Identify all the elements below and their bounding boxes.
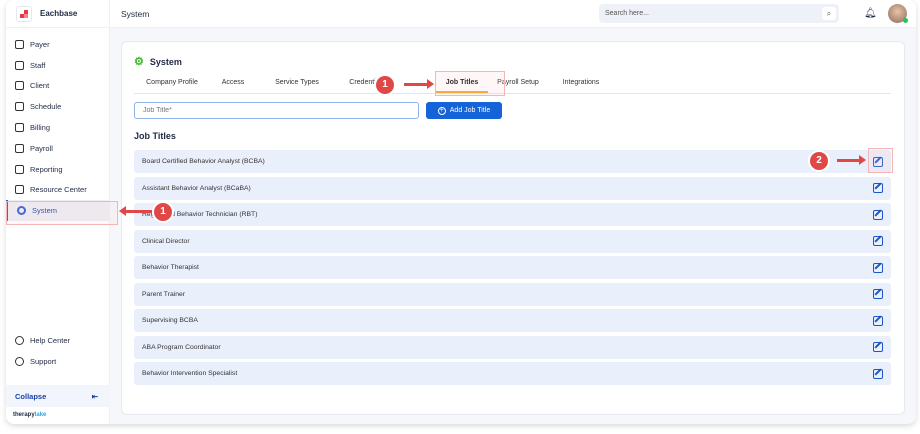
sidebar-item-payer[interactable]: Payer bbox=[6, 34, 109, 55]
top-bar: System Search here... ⌕ 🔔︎ bbox=[110, 0, 916, 28]
job-title-label: Behavior Therapist bbox=[142, 264, 199, 271]
highlight-system bbox=[6, 201, 118, 225]
label: Billing bbox=[30, 123, 51, 133]
edit-icon[interactable] bbox=[873, 183, 883, 193]
add-job-title-button[interactable]: + Add Job Title bbox=[426, 102, 502, 119]
step-badge-2: 2 bbox=[810, 152, 828, 170]
table-row: Supervising BCBA bbox=[134, 309, 891, 332]
gears-icon: ⚙ bbox=[134, 56, 144, 68]
label: Client bbox=[30, 81, 50, 91]
payroll-icon bbox=[15, 143, 24, 153]
sidebar-item-billing[interactable]: Billing bbox=[6, 117, 109, 138]
tab-service-types[interactable]: Service Types bbox=[256, 74, 338, 93]
collapse-icon: ⇤ bbox=[91, 391, 98, 401]
label: Payroll bbox=[30, 143, 53, 153]
job-title-label: Supervising BCBA bbox=[142, 317, 198, 324]
tab-company-profile[interactable]: Company Profile bbox=[134, 74, 210, 93]
help-icon bbox=[15, 335, 24, 345]
label: Reporting bbox=[30, 164, 63, 174]
job-title-list: Board Certified Behavior Analyst (BCBA) A… bbox=[134, 150, 891, 389]
edit-icon[interactable] bbox=[873, 368, 883, 379]
label: Staff bbox=[30, 60, 46, 70]
job-title-label: Board Certified Behavior Analyst (BCBA) bbox=[142, 158, 265, 165]
calendar-icon bbox=[15, 102, 24, 112]
logo-icon bbox=[16, 5, 32, 22]
headset-icon bbox=[15, 356, 24, 366]
plus-circle-icon: + bbox=[437, 106, 446, 115]
add-label: Add Job Title bbox=[449, 107, 491, 114]
section-title: Job Titles bbox=[134, 131, 176, 141]
edit-icon[interactable] bbox=[873, 262, 883, 273]
search-input[interactable]: Search here... ⌕ bbox=[599, 4, 839, 23]
sidebar-item-staff[interactable]: Staff bbox=[6, 55, 109, 76]
report-icon bbox=[15, 164, 24, 174]
table-row: Behavior Intervention Specialist bbox=[134, 362, 891, 385]
logo: Eachbase bbox=[6, 0, 109, 28]
brand-b: lake bbox=[34, 412, 47, 418]
tab-integrations[interactable]: Integrations bbox=[548, 74, 614, 93]
arrow-left-icon bbox=[119, 206, 154, 216]
job-title-label: Clinical Director bbox=[142, 237, 190, 245]
arrow-right-icon bbox=[404, 79, 434, 89]
app-name: Eachbase bbox=[40, 9, 78, 18]
highlight-edit bbox=[868, 148, 893, 173]
highlight-job-titles bbox=[435, 71, 505, 96]
edit-icon[interactable] bbox=[873, 342, 883, 352]
users-icon bbox=[15, 60, 24, 70]
brand-a: therapy bbox=[13, 412, 35, 418]
sidebar-item-schedule[interactable]: Schedule bbox=[6, 96, 109, 117]
sidebar-item-client[interactable]: Client bbox=[6, 76, 109, 97]
table-row: Behavior Therapist bbox=[134, 256, 891, 279]
search-placeholder: Search here... bbox=[605, 10, 649, 17]
edit-icon[interactable] bbox=[873, 209, 883, 220]
table-row: Assistant Behavior Analyst (BCaBA) bbox=[134, 176, 891, 200]
tabs: Company Profile Access Service Types Cre… bbox=[134, 74, 891, 94]
job-title-label: Parent Trainer bbox=[142, 290, 186, 298]
label: Payer bbox=[30, 39, 50, 49]
header-title: System bbox=[121, 9, 150, 19]
edit-icon[interactable] bbox=[873, 236, 883, 246]
label: Schedule bbox=[30, 102, 62, 112]
page-title: System bbox=[149, 56, 182, 67]
online-status-icon bbox=[903, 18, 908, 23]
collapse-label: Collapse bbox=[15, 391, 47, 401]
collapse-button[interactable]: Collapse ⇤ bbox=[6, 385, 110, 407]
system-card: ⚙ System Company Profile Access Service T… bbox=[121, 41, 905, 415]
job-title-label: Assistant Behavior Analyst (BCaBA) bbox=[142, 184, 251, 192]
edit-icon[interactable] bbox=[873, 315, 883, 326]
bell-icon[interactable]: 🔔︎ bbox=[864, 8, 877, 19]
tab-access[interactable]: Access bbox=[210, 74, 256, 93]
table-row: Registered Behavior Technician (RBT) bbox=[134, 203, 891, 226]
sidebar-item-reporting[interactable]: Reporting bbox=[6, 159, 109, 180]
user-icon bbox=[15, 81, 24, 91]
edit-icon[interactable] bbox=[873, 289, 883, 299]
job-title-label: Behavior Intervention Specialist bbox=[142, 370, 238, 377]
step-badge-1-tab: 1 bbox=[376, 76, 394, 94]
label: Support bbox=[30, 356, 57, 366]
folder-icon bbox=[15, 185, 24, 195]
search-icon[interactable]: ⌕ bbox=[822, 7, 836, 20]
job-title-label: ABA Program Coordinator bbox=[142, 343, 221, 351]
brand-logo: therapylake bbox=[13, 412, 46, 418]
label: Help Center bbox=[30, 335, 71, 345]
table-row: Clinical Director bbox=[134, 229, 891, 253]
shield-icon bbox=[15, 39, 24, 49]
sidebar-item-payroll[interactable]: Payroll bbox=[6, 138, 109, 159]
avatar[interactable] bbox=[888, 4, 908, 23]
sidebar-item-help-center[interactable]: Help Center bbox=[6, 330, 110, 351]
sidebar-item-support[interactable]: Support bbox=[6, 351, 110, 372]
sidebar-item-resource-center[interactable]: Resource Center bbox=[6, 180, 109, 201]
job-title-input[interactable] bbox=[134, 102, 419, 119]
step-badge-1: 1 bbox=[154, 203, 172, 221]
label: Resource Center bbox=[30, 185, 87, 195]
table-row: Parent Trainer bbox=[134, 282, 891, 306]
table-row: Board Certified Behavior Analyst (BCBA) bbox=[134, 150, 891, 173]
billing-icon bbox=[15, 123, 24, 133]
arrow-right-icon bbox=[837, 155, 866, 165]
table-row: ABA Program Coordinator bbox=[134, 335, 891, 359]
